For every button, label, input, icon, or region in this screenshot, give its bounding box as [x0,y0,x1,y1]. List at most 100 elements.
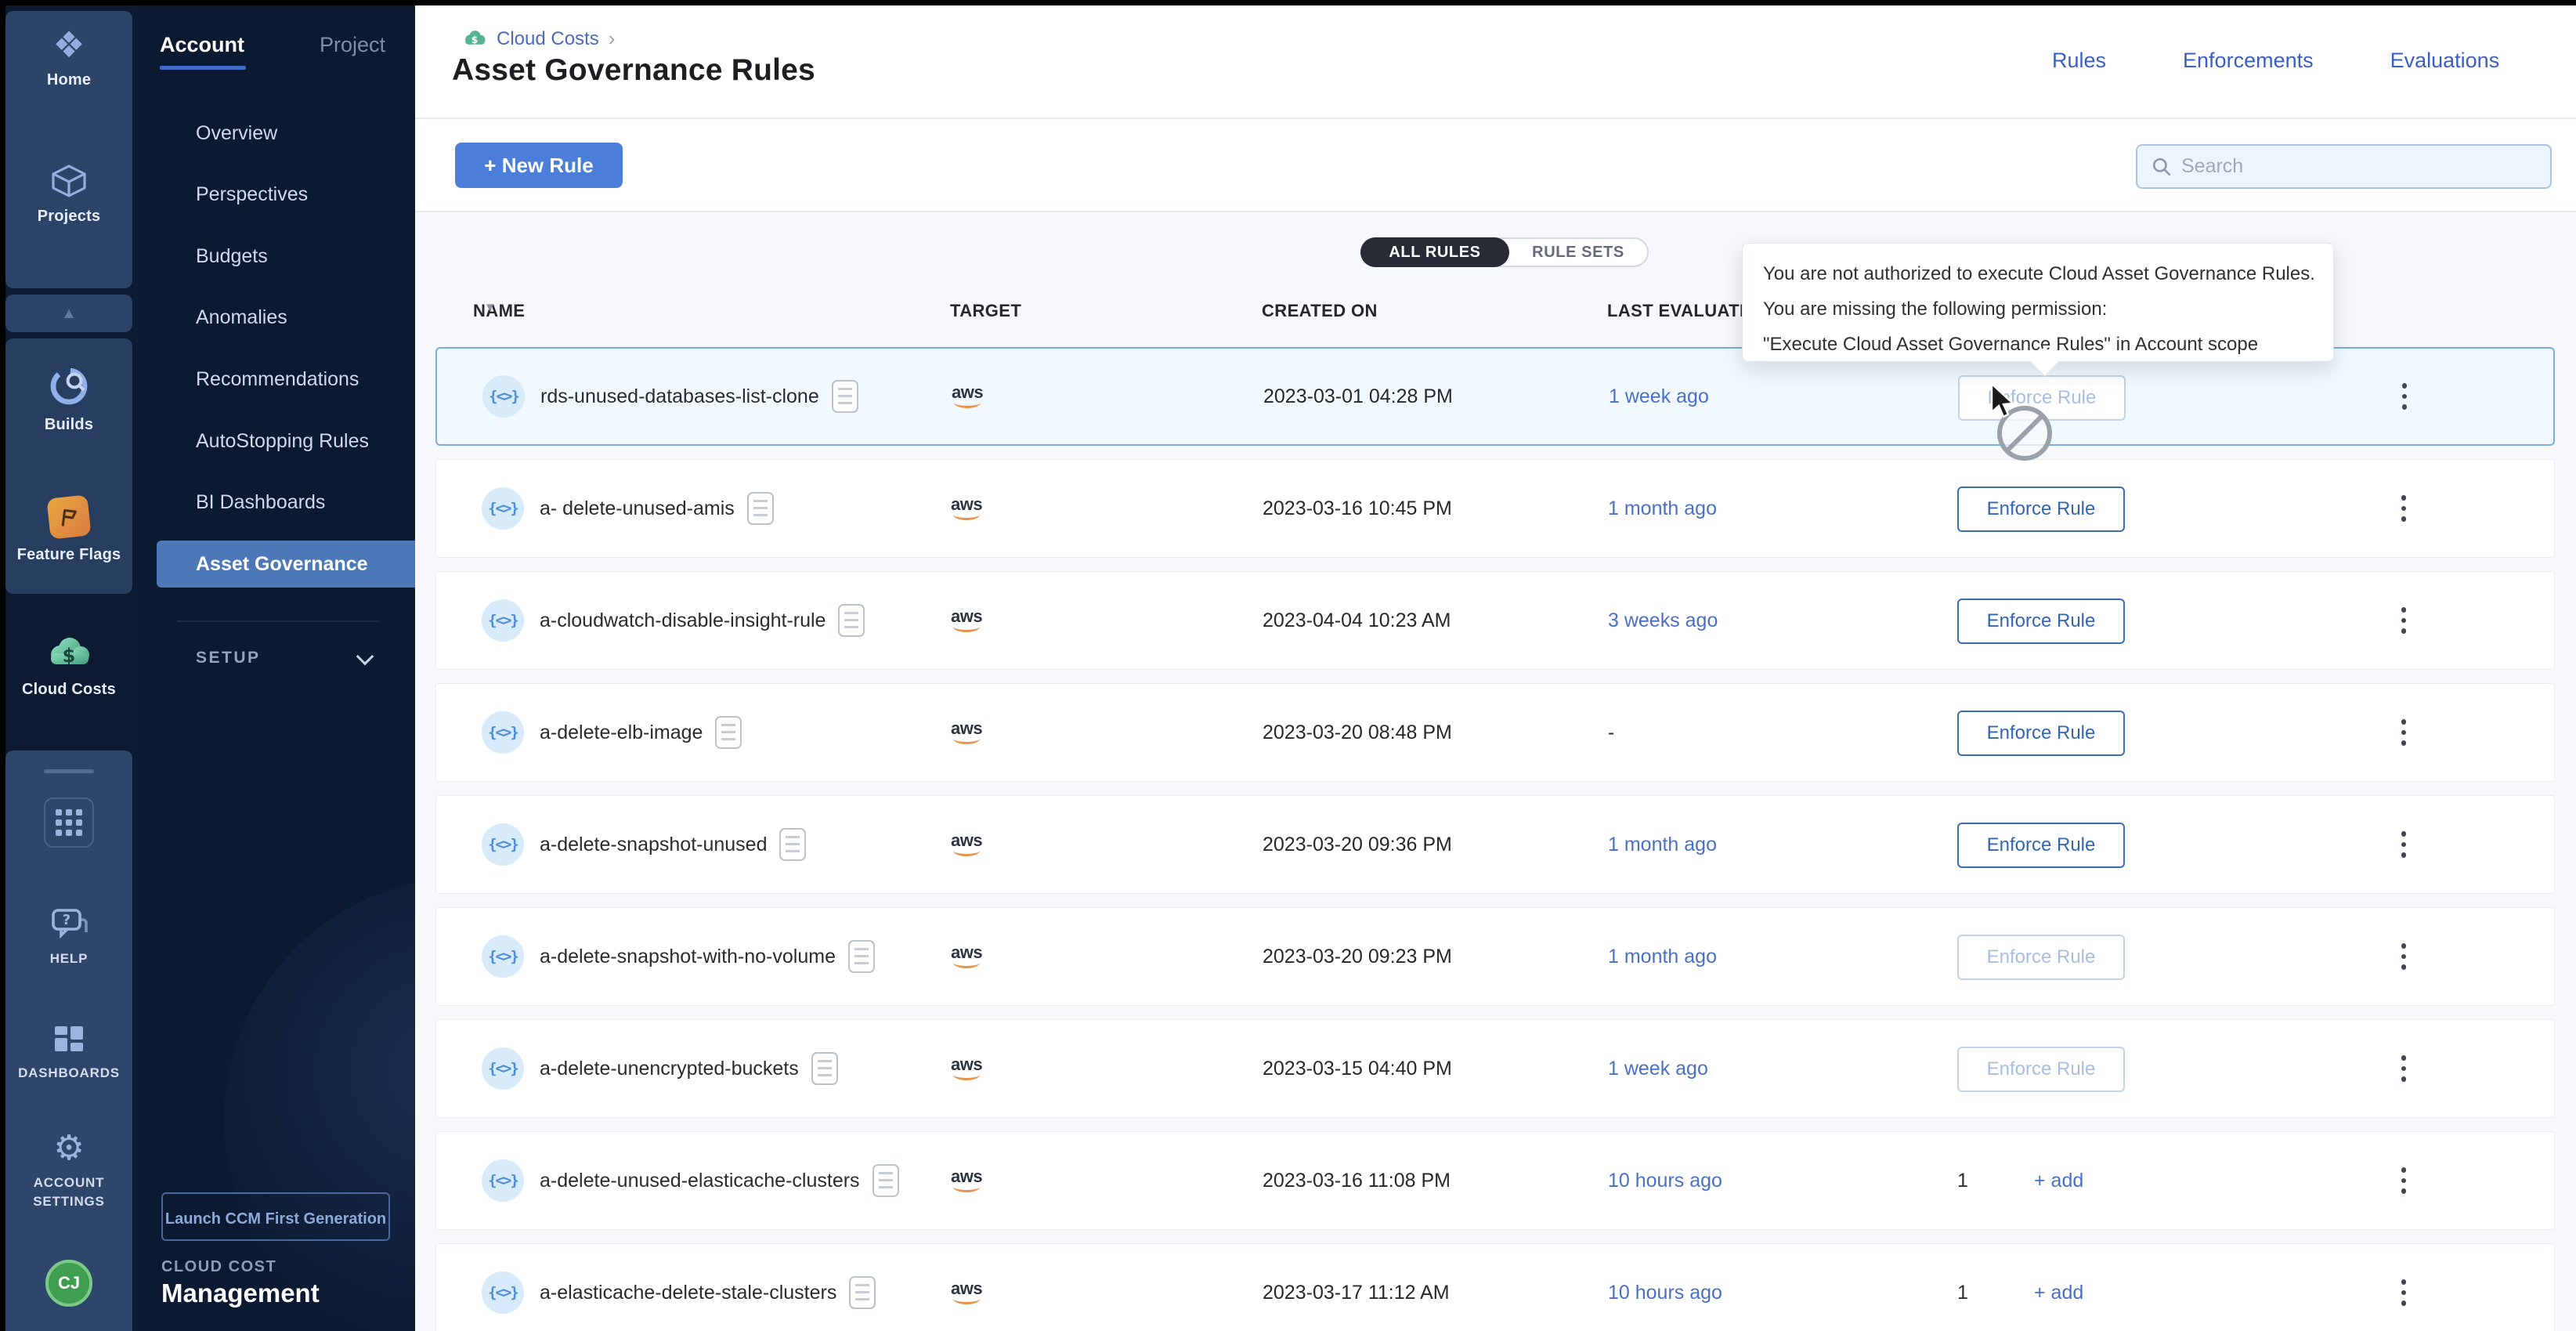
module-switcher-button[interactable] [44,798,94,848]
column-header-created-on: CREATED ON [1262,301,1378,321]
enforce-rule-button[interactable]: Enforce Rule [1957,823,2125,868]
aws-target-icon: aws [951,908,982,1005]
header-link-evaluations[interactable]: Evaluations [2390,49,2500,73]
header-link-enforcements[interactable]: Enforcements [2183,49,2314,73]
row-menu-button[interactable] [2396,908,2412,1005]
new-rule-button[interactable]: + New Rule [455,143,623,188]
tab-account[interactable]: Account [160,33,244,57]
cloud-costs-nav: Account Project Overview Perspectives Budg… [138,0,415,1331]
created-on-cell: 2023-03-16 10:45 PM [1263,460,1452,557]
last-evaluation-link[interactable]: 3 weeks ago [1608,572,1718,669]
last-evaluation-link[interactable]: 10 hours ago [1608,1132,1722,1229]
rule-name: a-delete-snapshot-unused [540,796,806,893]
table-row[interactable]: {<>} a-delete-snapshot-with-no-volume aw… [435,907,2555,1006]
toolbar-divider [415,211,2576,212]
row-menu-button[interactable] [2396,1020,2412,1117]
add-enforcement-link[interactable]: + add [2034,1132,2083,1229]
user-avatar[interactable]: CJ [45,1260,92,1307]
toggle-rule-sets[interactable]: RULE SETS [1509,239,1647,266]
copy-icon[interactable] [849,1276,876,1309]
rail-collapse-button[interactable]: ▲ [5,295,132,332]
sidebar-item-dashboards[interactable]: DASHBOARDS [0,1022,138,1083]
nav-item-overview[interactable]: Overview [138,110,415,157]
nav-item-autostopping-rules[interactable]: AutoStopping Rules [138,418,415,465]
nav-item-recommendations[interactable]: Recommendations [138,356,415,403]
search-box[interactable] [2136,144,2552,189]
toggle-all-rules[interactable]: ALL RULES [1360,237,1509,267]
table-rows: {<>} rds-unused-databases-list-clone aws… [435,347,2555,1331]
breadcrumb-link[interactable]: Cloud Costs [497,28,599,50]
created-on-cell: 2023-03-15 04:40 PM [1263,1020,1452,1117]
nav-item-budgets[interactable]: Budgets [138,233,415,280]
setup-section-toggle[interactable]: SETUP [138,639,415,677]
rules-view-toggle[interactable]: ALL RULES RULE SETS [1360,237,1649,267]
rule-icon: {<>} [482,1020,524,1117]
copy-icon[interactable] [779,828,806,861]
launch-ccm-first-gen-button[interactable]: Launch CCM First Generation [161,1192,390,1241]
created-on-cell: 2023-03-20 09:23 PM [1263,908,1452,1005]
harness-logo-icon: ❖ [52,27,85,63]
nav-item-perspectives[interactable]: Perspectives [138,172,415,219]
search-icon [2151,157,2172,177]
table-row[interactable]: {<>} a-delete-unencrypted-buckets aws 20… [435,1019,2555,1118]
table-row[interactable]: {<>} a-elasticache-delete-stale-clusters… [435,1243,2555,1331]
last-evaluation-link[interactable]: 1 month ago [1608,796,1717,893]
row-menu-button[interactable] [2396,796,2412,893]
table-row[interactable]: {<>} a-cloudwatch-disable-insight-rule a… [435,571,2555,670]
table-row[interactable]: {<>} a-delete-snapshot-unused aws 2023-0… [435,795,2555,894]
copy-icon[interactable] [747,492,774,525]
copy-icon[interactable] [811,1052,838,1085]
sidebar-item-builds[interactable]: Builds [0,365,138,434]
copy-icon[interactable] [832,380,858,413]
sidebar-item-projects[interactable]: Projects [0,163,138,226]
header-links: Rules Enforcements Evaluations [2052,49,2499,73]
enforcement-count: 1 [1957,1244,1968,1331]
nav-item-asset-governance[interactable]: Asset Governance [157,541,415,588]
copy-icon[interactable] [873,1164,899,1197]
last-evaluation-link: - [1608,684,1614,781]
created-on-cell: 2023-03-01 04:28 PM [1263,349,1453,444]
tooltip-line: You are not authorized to execute Cloud … [1763,256,2313,291]
created-on-cell: 2023-03-20 08:48 PM [1263,684,1452,781]
row-menu-button[interactable] [2396,1244,2412,1331]
enforce-rule-button[interactable]: Enforce Rule [1957,711,2125,756]
last-evaluation-link[interactable]: 1 week ago [1609,349,1709,444]
copy-icon[interactable] [848,940,875,973]
rule-name: a-delete-unused-elasticache-clusters [540,1132,899,1229]
header-link-rules[interactable]: Rules [2052,49,2106,73]
sidebar-item-help[interactable]: ? HELP [0,907,138,968]
copy-icon[interactable] [715,716,742,749]
nav-item-anomalies[interactable]: Anomalies [138,295,415,342]
row-menu-button[interactable] [2396,460,2412,557]
last-evaluation-link[interactable]: 1 week ago [1608,1020,1708,1117]
aws-target-icon: aws [951,684,982,781]
copy-icon[interactable] [838,604,865,637]
sidebar-item-cloud-costs[interactable]: $ Cloud Costs [0,636,138,699]
enforce-rule-button[interactable]: Enforce Rule [1957,599,2125,644]
last-evaluation-link[interactable]: 1 month ago [1608,908,1717,1005]
last-evaluation-link[interactable]: 10 hours ago [1608,1244,1722,1331]
nav-item-bi-dashboards[interactable]: BI Dashboards [138,479,415,526]
row-menu-button[interactable] [2396,684,2412,781]
sidebar-item-feature-flags[interactable]: Feature Flags [0,497,138,564]
aws-target-icon: aws [951,1020,982,1117]
table-row[interactable]: {<>} a- delete-unused-amis aws 2023-03-1… [435,459,2555,558]
builds-icon [48,365,90,407]
table-row[interactable]: {<>} a-delete-unused-elasticache-cluster… [435,1131,2555,1230]
breadcrumb[interactable]: $ Cloud Costs › [462,27,615,51]
enforce-rule-button[interactable]: Enforce Rule [1957,486,2125,532]
sort-desc-icon[interactable]: ▼ [484,301,496,314]
sidebar-item-account-settings[interactable]: ⚙ ACCOUNT SETTINGS [0,1131,138,1211]
sidebar-item-home[interactable]: ❖ Home [0,27,138,89]
table-row[interactable]: {<>} a-delete-elb-image aws 2023-03-20 0… [435,683,2555,782]
tab-project[interactable]: Project [320,33,385,57]
cloud-costs-icon: $ [462,30,487,49]
window-edge-left [0,0,5,1331]
row-menu-button[interactable] [2396,1132,2412,1229]
add-enforcement-link[interactable]: + add [2034,1244,2083,1331]
row-menu-button[interactable] [2397,349,2412,444]
rule-icon: {<>} [482,572,524,669]
last-evaluation-link[interactable]: 1 month ago [1608,460,1717,557]
row-menu-button[interactable] [2396,572,2412,669]
search-input[interactable] [2181,155,2526,178]
